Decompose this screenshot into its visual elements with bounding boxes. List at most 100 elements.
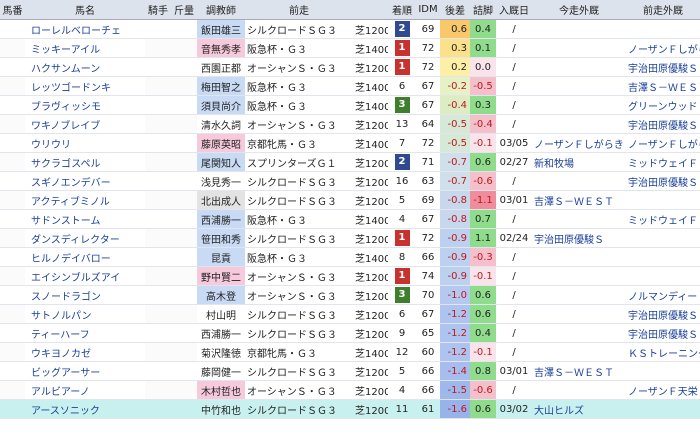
col-header-weight[interactable]: 斤量 [171,0,197,20]
current-outside-stable[interactable] [532,247,626,267]
current-outside-stable[interactable] [532,38,626,58]
horse-name[interactable]: ダンスディレクター [25,228,145,248]
prev-outside-stable[interactable] [626,247,700,267]
table-row[interactable]: ブラヴィッシモ 須貝尚介 阪急杯・Ｇ３ 芝1400 3 67 -0.4 0.3/ グリーンウッド [0,95,700,115]
current-outside-stable[interactable]: 新和牧場 [532,152,626,172]
current-outside-stable[interactable] [532,380,626,400]
horse-name[interactable]: ウリウリ [25,133,145,153]
prev-distance: 芝1200 [353,285,388,305]
table-row[interactable]: アースソニック 中竹和也 シルクロードＳＧ３ 芝1200 11 61 -1.6 0.6 03/0… [0,399,700,419]
table-row[interactable]: サクラゴスペル 尾関知人 スプリンターズＧ１ 芝1200 2 71 -0.7 0.6 02/27… [0,152,700,172]
current-outside-stable[interactable] [532,266,626,286]
prev-outside-stable[interactable]: ミッドウェイＦ [626,152,700,172]
current-outside-stable[interactable]: 宇治田原優駿Ｓ [532,228,626,248]
prev-outside-stable[interactable] [626,361,700,381]
table-row[interactable]: ミッキーアイル 音無秀孝阪急杯・Ｇ３芝1400 1 720.30.1/ ノーザンＦしがら… [0,38,700,58]
table-row[interactable]: ヒルノデイバロー 昆貢 阪急杯・Ｇ３ 芝1400 8 66 -0.9 -0.3/ [0,247,700,267]
table-row[interactable]: アクティブミノル 北出成人 シルクロードＳＧ３ 芝1200 5 69 -0.8 -1.1 03/… [0,190,700,210]
prev-outside-stable[interactable]: 宇治田原優駿Ｓ [626,323,700,343]
current-outside-stable[interactable] [532,76,626,96]
prev-outside-stable[interactable]: 宇治田原優駿Ｓ [626,171,700,191]
current-outside-stable[interactable] [532,19,626,39]
col-header-uma[interactable]: 馬番 [0,0,25,20]
current-outside-stable[interactable]: 吉澤Ｓ－ＷＥＳＴ [532,361,626,381]
table-row[interactable]: スノードラゴン 高木登 オーシャンＳ・Ｇ３ 芝1200 3 70 -1.0 0.6/ ノルマンデ… [0,285,700,305]
horse-name[interactable]: ブラヴィッシモ [25,95,145,115]
col-header-trainer[interactable]: 調教師 [197,0,245,20]
prev-outside-stable[interactable]: グリーンウッド [626,95,700,115]
prev-outside-stable[interactable]: 宇治田原優駿Ｓ [626,304,700,324]
horse-name[interactable]: ティーハーフ [25,323,145,343]
horse-name[interactable]: ワキノブレイブ [25,114,145,134]
prev-outside-stable[interactable] [626,399,700,419]
table-row[interactable]: エイシンブルズアイ 野中賢二 オーシャンＳ・Ｇ３ 芝1200 1 74 -0.9 -0.1/ [0,266,700,286]
horse-name[interactable]: サクラゴスペル [25,152,145,172]
horse-name[interactable]: エイシンブルズアイ [25,266,145,286]
col-header-agari[interactable]: 詰脚 [470,0,496,20]
prev-outside-stable[interactable] [626,266,700,286]
prev-outside-stable[interactable] [626,190,700,210]
current-outside-stable[interactable] [532,114,626,134]
col-header-rank[interactable]: 着順 [388,0,416,20]
col-header-prevout[interactable]: 前走外厩 [626,0,700,20]
col-header-idm[interactable]: IDM [416,0,440,20]
current-outside-stable[interactable] [532,95,626,115]
horse-name[interactable]: アクティブミノル [25,190,145,210]
current-outside-stable[interactable] [532,171,626,191]
prev-outside-stable[interactable] [626,19,700,39]
horse-name[interactable]: スノードラゴン [25,285,145,305]
table-row[interactable]: サトノルパン 村山明 シルクロードＳＧ３ 芝1200 6 67 -1.2 0.6/ 宇治田原優駿… [0,304,700,324]
horse-name[interactable]: ウキヨノカゼ [25,342,145,362]
horse-name[interactable]: アルビアーノ [25,380,145,400]
current-outside-stable[interactable]: ノーザンＦしがらき [532,133,626,153]
current-outside-stable[interactable] [532,209,626,229]
horse-name[interactable]: サトノルパン [25,304,145,324]
prev-outside-stable[interactable]: ノーザンＦしがらき [626,38,700,58]
col-header-prev[interactable]: 前走 [245,0,353,20]
prev-outside-stable[interactable]: ノルマンディーＦ [626,285,700,305]
prev-rank: 4 [388,209,416,229]
current-outside-stable[interactable]: 大山ヒルズ [532,399,626,419]
col-header-next[interactable]: 今走外厩 [532,0,626,20]
table-row[interactable]: ティーハーフ 西浦勝一 シルクロードＳＧ３ 芝1200 9 65 -1.2 0.4/ 宇治田原優… [0,323,700,343]
col-header-diff[interactable]: 後差 [440,0,470,20]
col-header-jockey[interactable]: 騎手 [145,0,171,20]
current-outside-stable[interactable]: 吉澤Ｓ－ＷＥＳＴ [532,190,626,210]
prev-outside-stable[interactable]: ノーザンＦ天栄 [626,380,700,400]
horse-name[interactable]: ハクサンムーン [25,57,145,77]
current-outside-stable[interactable] [532,342,626,362]
table-row[interactable]: スギノエンデバー 浅見秀一 シルクロードＳＧ３ 芝1200 16 63 -0.7 -0.6/ 宇… [0,171,700,191]
horse-name[interactable]: ミッキーアイル [25,38,145,58]
table-row[interactable]: ローレルベローチェ 飯田雄三 シルクロードＳＧ３ 芝1200 2 69 0.6 0.4/ [0,19,700,39]
prev-outside-stable[interactable]: ＫＳトレーニングＣ [626,342,700,362]
table-row[interactable]: レッツゴードンキ 梅田智之 阪急杯・Ｇ３ 芝1400 6 67 -0.2 -0.5/ 吉澤Ｓ－Ｗ… [0,76,700,96]
col-header-date[interactable]: 入厩日 [496,0,532,20]
horse-name[interactable]: スギノエンデバー [25,171,145,191]
prev-outside-stable[interactable] [626,228,700,248]
horse-name[interactable]: アースソニック [25,399,145,419]
table-row[interactable]: ワキノブレイブ 清水久詞 オーシャンＳ・Ｇ３ 芝1200 13 64 -0.5 -0.4/ 宇治… [0,114,700,134]
current-outside-stable[interactable] [532,304,626,324]
prev-outside-stable[interactable]: 宇治田原優駿Ｓ [626,57,700,77]
current-outside-stable[interactable] [532,285,626,305]
table-row[interactable]: アルビアーノ 木村哲也 オーシャンＳ・Ｇ３ 芝1200 4 66 -1.5 -0.6/ ノーザン… [0,380,700,400]
table-row[interactable]: ハクサンムーン 西園正都 オーシャンＳ・Ｇ３ 芝1200 1 72 0.2 0.0/ 宇治田原優… [0,57,700,77]
col-header-name[interactable]: 馬名 [25,0,145,20]
current-outside-stable[interactable] [532,323,626,343]
horse-name[interactable]: ビッグアーサー [25,361,145,381]
prev-outside-stable[interactable]: ノーザンＦしがらき [626,133,700,153]
horse-name[interactable]: ローレルベローチェ [25,19,145,39]
horse-name[interactable]: レッツゴードンキ [25,76,145,96]
table-row[interactable]: サドンストーム 西浦勝一 阪急杯・Ｇ３ 芝1400 4 67 -0.8 0.7/ ミッドウェイＦ [0,209,700,229]
current-outside-stable[interactable] [532,57,626,77]
prev-outside-stable[interactable]: ミッドウェイＦ [626,209,700,229]
table-row[interactable]: ダンスディレクター 笹田和秀 シルクロードＳＧ３ 芝1200 1 72 -0.9 1.1 02/… [0,228,700,248]
prev-outside-stable[interactable]: 宇治田原優駿Ｓ [626,114,700,134]
prev-outside-stable[interactable]: 吉澤Ｓ－ＷＥＳＴ [626,76,700,96]
table-row[interactable]: ウキヨノカゼ 菊沢隆徳 京都牝馬・Ｇ３ 芝1400 12 60 -1.2 -0.1/ ＫＳトレー… [0,342,700,362]
diff-value: 0.3 [440,38,470,58]
table-row[interactable]: ウリウリ 藤原英昭 京都牝馬・Ｇ３ 芝1400 7 72 -0.5 -0.1 03/05 ノーザン… [0,133,700,153]
horse-name[interactable]: サドンストーム [25,209,145,229]
horse-name[interactable]: ヒルノデイバロー [25,247,145,267]
table-row[interactable]: ビッグアーサー 藤岡健一 シルクロードＳＧ３ 芝1200 5 66 -1.4 0.8 03/01… [0,361,700,381]
